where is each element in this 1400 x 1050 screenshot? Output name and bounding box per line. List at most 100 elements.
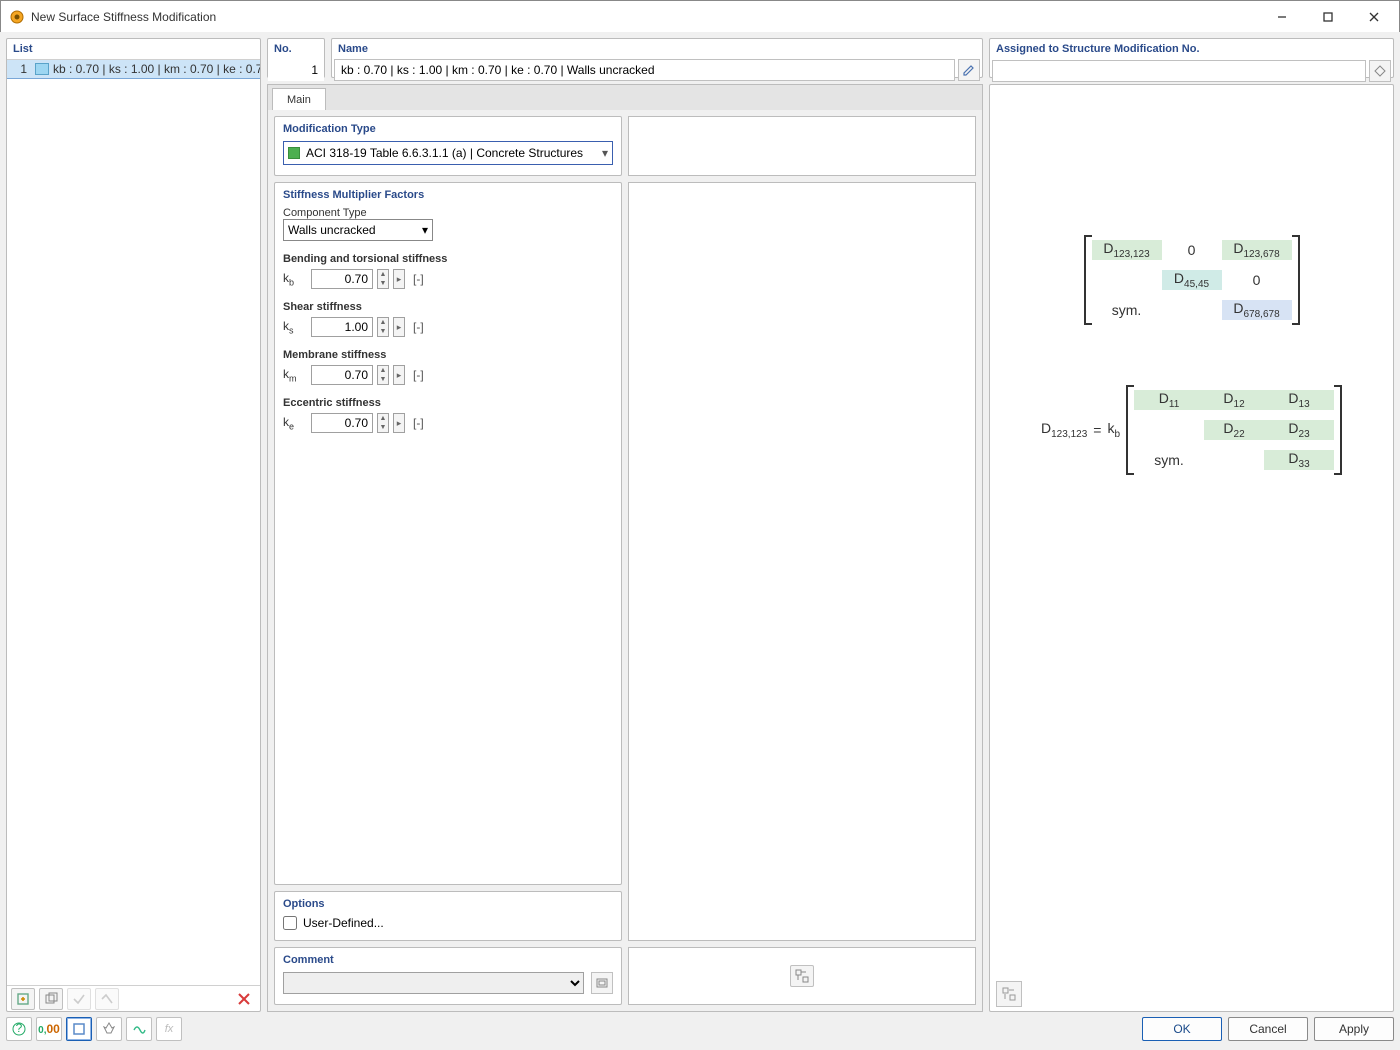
kb-spinner[interactable]: ▲▼ <box>377 269 389 289</box>
svg-text:?: ? <box>16 1022 23 1035</box>
modification-type-group: Modification Type ACI 318-19 Table 6.6.3… <box>274 116 622 176</box>
copy-item-button[interactable] <box>39 988 63 1010</box>
ke-spinner[interactable]: ▲▼ <box>377 413 389 433</box>
list-item-text: kb : 0.70 | ks : 1.00 | km : 0.70 | ke :… <box>53 62 260 76</box>
km-symbol: km <box>283 367 307 383</box>
pick-assigned-button[interactable] <box>1369 60 1391 82</box>
ke-input[interactable] <box>311 413 373 433</box>
center-empty-panel <box>628 182 976 941</box>
ok-button[interactable]: OK <box>1142 1017 1222 1041</box>
function-button: fx <box>156 1017 182 1041</box>
name-panel: Name <box>331 38 983 78</box>
name-input[interactable] <box>334 59 955 81</box>
bending-label: Bending and torsional stiffness <box>283 253 613 265</box>
kb-input[interactable] <box>311 269 373 289</box>
ke-row: ke ▲▼ ▸ [-] <box>283 413 613 433</box>
km-row: km ▲▼ ▸ [-] <box>283 365 613 385</box>
component-type-value: Walls uncracked <box>288 223 376 237</box>
type-color-swatch <box>288 147 300 159</box>
edit-name-button[interactable] <box>958 59 980 81</box>
user-defined-label: User-Defined... <box>303 916 384 930</box>
ke-symbol: ke <box>283 415 307 431</box>
name-header: Name <box>332 39 982 59</box>
eccentric-label: Eccentric stiffness <box>283 397 613 409</box>
ke-menu[interactable]: ▸ <box>393 413 405 433</box>
no-panel: No. <box>267 38 325 78</box>
matrix-1: D123,1230D123,678 D45,450 sym.D678,678 <box>1084 235 1300 325</box>
tab-main[interactable]: Main <box>272 88 326 110</box>
membrane-label: Membrane stiffness <box>283 349 613 361</box>
main-panel: Main Modification Type ACI 318-19 Table … <box>267 84 983 1012</box>
km-menu[interactable]: ▸ <box>393 365 405 385</box>
assigned-input[interactable] <box>992 60 1366 82</box>
comment-select[interactable] <box>283 972 584 994</box>
list-header: List <box>7 39 260 60</box>
ks-unit: [-] <box>413 320 424 334</box>
ke-unit: [-] <box>413 416 424 430</box>
list-item[interactable]: 1 kb : 0.70 | ks : 1.00 | km : 0.70 | ke… <box>7 60 260 78</box>
assigned-header: Assigned to Structure Modification No. <box>990 39 1393 59</box>
help-button[interactable]: ? <box>6 1017 32 1041</box>
preview-settings-button[interactable] <box>996 981 1022 1007</box>
exclude-button <box>95 988 119 1010</box>
close-button[interactable] <box>1351 1 1397 33</box>
cancel-button[interactable]: Cancel <box>1228 1017 1308 1041</box>
new-item-button[interactable] <box>11 988 35 1010</box>
maximize-button[interactable] <box>1305 1 1351 33</box>
view-mode-3-button[interactable] <box>126 1017 152 1041</box>
modification-type-select[interactable]: ACI 318-19 Table 6.6.3.1.1 (a) | Concret… <box>283 141 613 165</box>
component-type-label: Component Type <box>283 207 613 219</box>
ks-input[interactable] <box>311 317 373 337</box>
kb-menu[interactable]: ▸ <box>393 269 405 289</box>
matrix-2: D123,123 = kb D11D12D13 D22D23 sym.D33 <box>1041 385 1342 475</box>
ks-symbol: ks <box>283 319 307 335</box>
include-button <box>67 988 91 1010</box>
kb-symbol: kb <box>283 271 307 287</box>
info-placeholder <box>628 116 976 176</box>
app-icon <box>9 9 25 25</box>
component-type-select[interactable]: Walls uncracked ▾ <box>283 219 433 241</box>
no-header: No. <box>268 39 324 59</box>
view-mode-1-button[interactable] <box>66 1017 92 1041</box>
kb-row: kb ▲▼ ▸ [-] <box>283 269 613 289</box>
km-unit: [-] <box>413 368 424 382</box>
shear-label: Shear stiffness <box>283 301 613 313</box>
list-panel: List 1 kb : 0.70 | ks : 1.00 | km : 0.70… <box>6 38 261 1012</box>
km-spinner[interactable]: ▲▼ <box>377 365 389 385</box>
modification-type-value: ACI 318-19 Table 6.6.3.1.1 (a) | Concret… <box>306 146 602 160</box>
list-toolbar <box>7 985 260 1011</box>
matrix2-factor: kb <box>1107 420 1120 440</box>
options-title: Options <box>283 898 613 910</box>
window-title: New Surface Stiffness Modification <box>31 10 1259 24</box>
ks-spinner[interactable]: ▲▼ <box>377 317 389 337</box>
ks-menu[interactable]: ▸ <box>393 317 405 337</box>
bottom-bar: ? 0,00 fx OK Cancel Apply <box>6 1014 1394 1044</box>
user-defined-checkbox[interactable]: User-Defined... <box>283 916 613 930</box>
comment-title: Comment <box>283 954 613 966</box>
matrix2-lhs: D123,123 <box>1041 420 1087 440</box>
units-button[interactable]: 0,00 <box>36 1017 62 1041</box>
stiffness-factors-group: Stiffness Multiplier Factors Component T… <box>274 182 622 885</box>
transform-button[interactable] <box>790 965 814 987</box>
eq-sign: = <box>1093 422 1101 438</box>
km-input[interactable] <box>311 365 373 385</box>
minimize-button[interactable] <box>1259 1 1305 33</box>
tabstrip: Main <box>267 84 983 110</box>
comment-library-button[interactable] <box>591 972 613 994</box>
kb-unit: [-] <box>413 272 424 286</box>
no-input[interactable] <box>268 59 324 81</box>
chevron-down-icon: ▾ <box>422 223 428 237</box>
list-body[interactable]: 1 kb : 0.70 | ks : 1.00 | km : 0.70 | ke… <box>7 60 260 985</box>
delete-item-button[interactable] <box>232 988 256 1010</box>
ks-row: ks ▲▼ ▸ [-] <box>283 317 613 337</box>
apply-button[interactable]: Apply <box>1314 1017 1394 1041</box>
view-mode-2-button[interactable] <box>96 1017 122 1041</box>
list-item-num: 1 <box>7 62 31 76</box>
list-item-swatch <box>35 63 49 75</box>
user-defined-input[interactable] <box>283 916 297 930</box>
comment-group: Comment <box>274 947 622 1005</box>
preview-panel: D123,1230D123,678 D45,450 sym.D678,678 D… <box>989 84 1394 1012</box>
assigned-panel: Assigned to Structure Modification No. <box>989 38 1394 78</box>
factors-title: Stiffness Multiplier Factors <box>283 189 613 201</box>
options-group: Options User-Defined... <box>274 891 622 941</box>
